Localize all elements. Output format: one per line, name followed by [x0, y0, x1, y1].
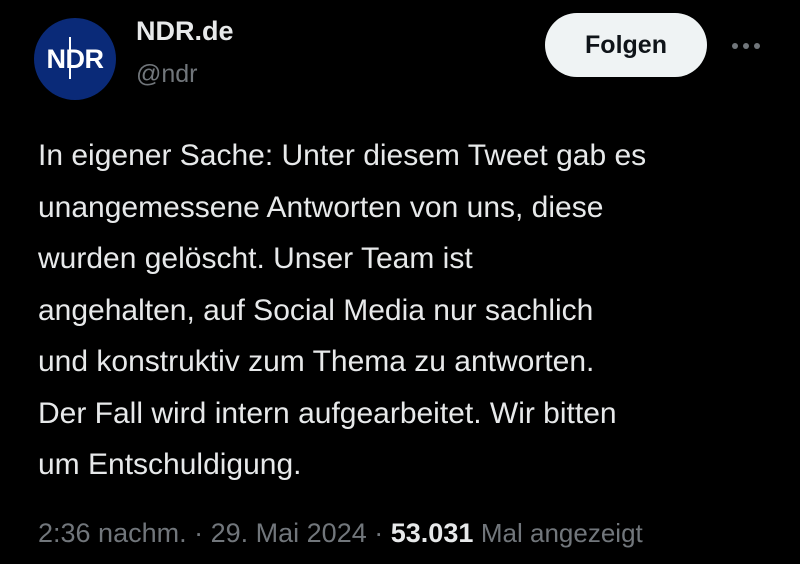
ndr-logo: NDR [46, 36, 105, 79]
tweet-text: In eigener Sache: Unter diesem Tweet gab… [38, 130, 778, 491]
tweet-date[interactable]: 29. Mai 2024 [211, 518, 367, 548]
tweet-text-line: Der Fall wird intern aufgearbeitet. Wir … [38, 396, 617, 430]
more-options-button[interactable] [724, 32, 768, 60]
views-count[interactable]: 53.031 [391, 518, 474, 548]
logo-bar [68, 36, 71, 79]
more-horizontal-icon [732, 43, 760, 49]
tweet-text-line: In eigener Sache: Unter diesem Tweet gab… [38, 139, 647, 172]
avatar-logo-text: NDR [46, 43, 105, 74]
tweet-text-line: unangemessene Antworten von uns, diese [38, 190, 604, 224]
tweet-text-line: wurden gelöscht. Unser Team ist [38, 242, 473, 275]
avatar[interactable]: NDR [34, 18, 116, 100]
views-label: Mal angezeigt [480, 518, 643, 548]
follow-button-label: Folgen [585, 30, 667, 59]
author-handle[interactable]: @ndr [136, 60, 198, 89]
meta-separator: · [374, 518, 384, 548]
meta-separator: · [194, 518, 204, 548]
author-display-name[interactable]: NDR.de [136, 16, 234, 47]
tweet-text-line: angehalten, auf Social Media nur sachlic… [38, 293, 594, 327]
tweet-meta: 2:36 nachm. · 29. Mai 2024 · 53.031 Mal … [38, 518, 643, 549]
tweet-text-line: um Entschuldigung. [38, 448, 302, 481]
tweet: NDR NDR.de @ndr Folgen In eigener Sache:… [0, 0, 800, 564]
tweet-time[interactable]: 2:36 nachm. [38, 518, 187, 548]
follow-button[interactable]: Folgen [545, 13, 707, 77]
tweet-text-line: und konstruktiv zum Thema zu antworten. [38, 345, 595, 378]
